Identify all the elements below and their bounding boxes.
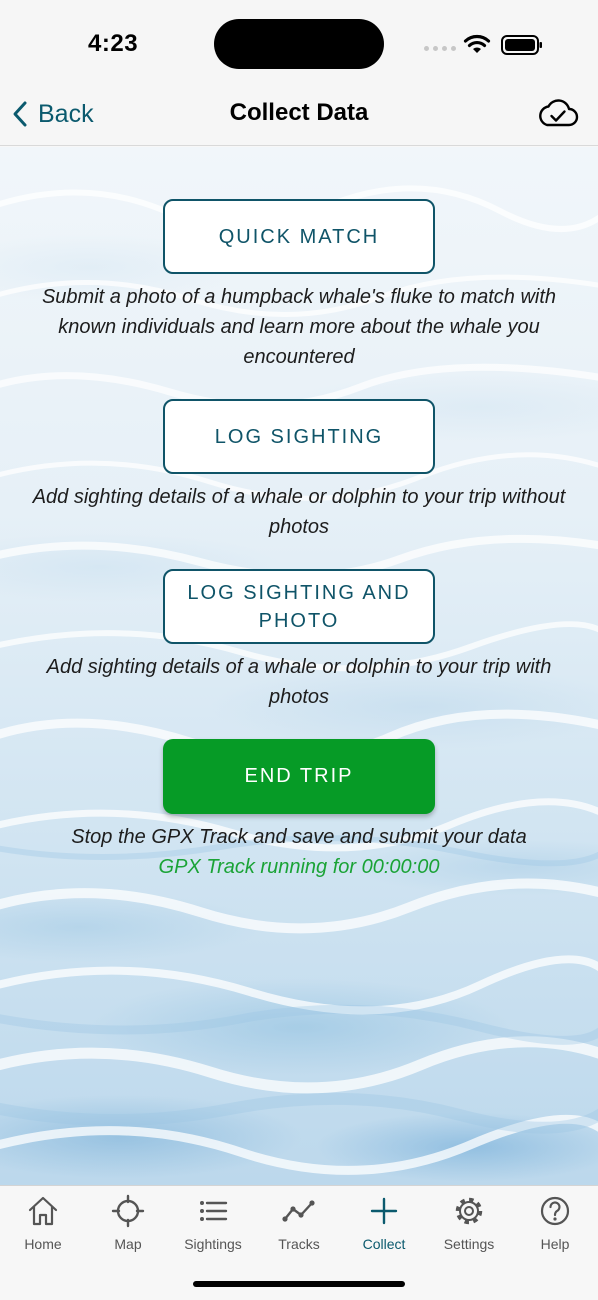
- wifi-icon: [463, 34, 491, 53]
- tab-tracks[interactable]: Tracks: [256, 1194, 342, 1254]
- home-indicator: [193, 1281, 405, 1287]
- cellular-signal-icon: [424, 46, 456, 52]
- dynamic-island: [214, 19, 384, 69]
- crosshair-icon: [111, 1194, 145, 1228]
- log-sighting-button[interactable]: LOG SIGHTING: [163, 399, 435, 474]
- cloud-sync-icon[interactable]: [536, 96, 580, 132]
- tab-collect[interactable]: Collect: [341, 1194, 427, 1254]
- page-title: Collect Data: [229, 99, 369, 126]
- tab-home[interactable]: Home: [0, 1194, 86, 1254]
- quick-match-description: Submit a photo of a humpback whale's flu…: [41, 286, 557, 368]
- navigation-bar: Back Collect Data: [0, 82, 598, 146]
- battery-icon: [501, 35, 542, 55]
- tab-collect-label: Collect: [362, 1236, 406, 1252]
- tab-sightings-label: Sightings: [184, 1236, 242, 1252]
- tab-settings-label: Settings: [443, 1236, 495, 1252]
- gpx-track-status: GPX Track running for 00:00:00: [158, 856, 440, 878]
- tab-tracks-label: Tracks: [278, 1236, 320, 1252]
- tab-map-label: Map: [114, 1236, 142, 1252]
- quick-match-button[interactable]: QUICK MATCH: [163, 199, 435, 274]
- plus-icon: [370, 1197, 398, 1225]
- status-bar: 4:23: [0, 0, 598, 82]
- home-icon: [28, 1196, 58, 1226]
- tab-help-label: Help: [540, 1236, 570, 1252]
- log-sighting-photo-button[interactable]: LOG SIGHTING AND PHOTO: [163, 569, 435, 644]
- list-icon: [200, 1201, 228, 1221]
- chart-line-icon: [282, 1200, 315, 1222]
- end-trip-button[interactable]: END TRIP: [163, 739, 435, 814]
- tab-map[interactable]: Map: [85, 1194, 171, 1254]
- tab-settings[interactable]: Settings: [426, 1194, 512, 1254]
- status-time: 4:23: [88, 30, 139, 57]
- tab-home-label: Home: [24, 1236, 62, 1252]
- tab-help[interactable]: Help: [512, 1194, 598, 1254]
- end-trip-description: Stop the GPX Track and save and submit y…: [71, 826, 527, 848]
- log-sighting-photo-description: Add sighting details of a whale or dolph…: [46, 656, 552, 708]
- tab-sightings[interactable]: Sightings: [170, 1194, 256, 1254]
- log-sighting-description: Add sighting details of a whale or dolph…: [32, 486, 566, 538]
- help-icon: [540, 1196, 570, 1226]
- gear-icon: [455, 1197, 483, 1225]
